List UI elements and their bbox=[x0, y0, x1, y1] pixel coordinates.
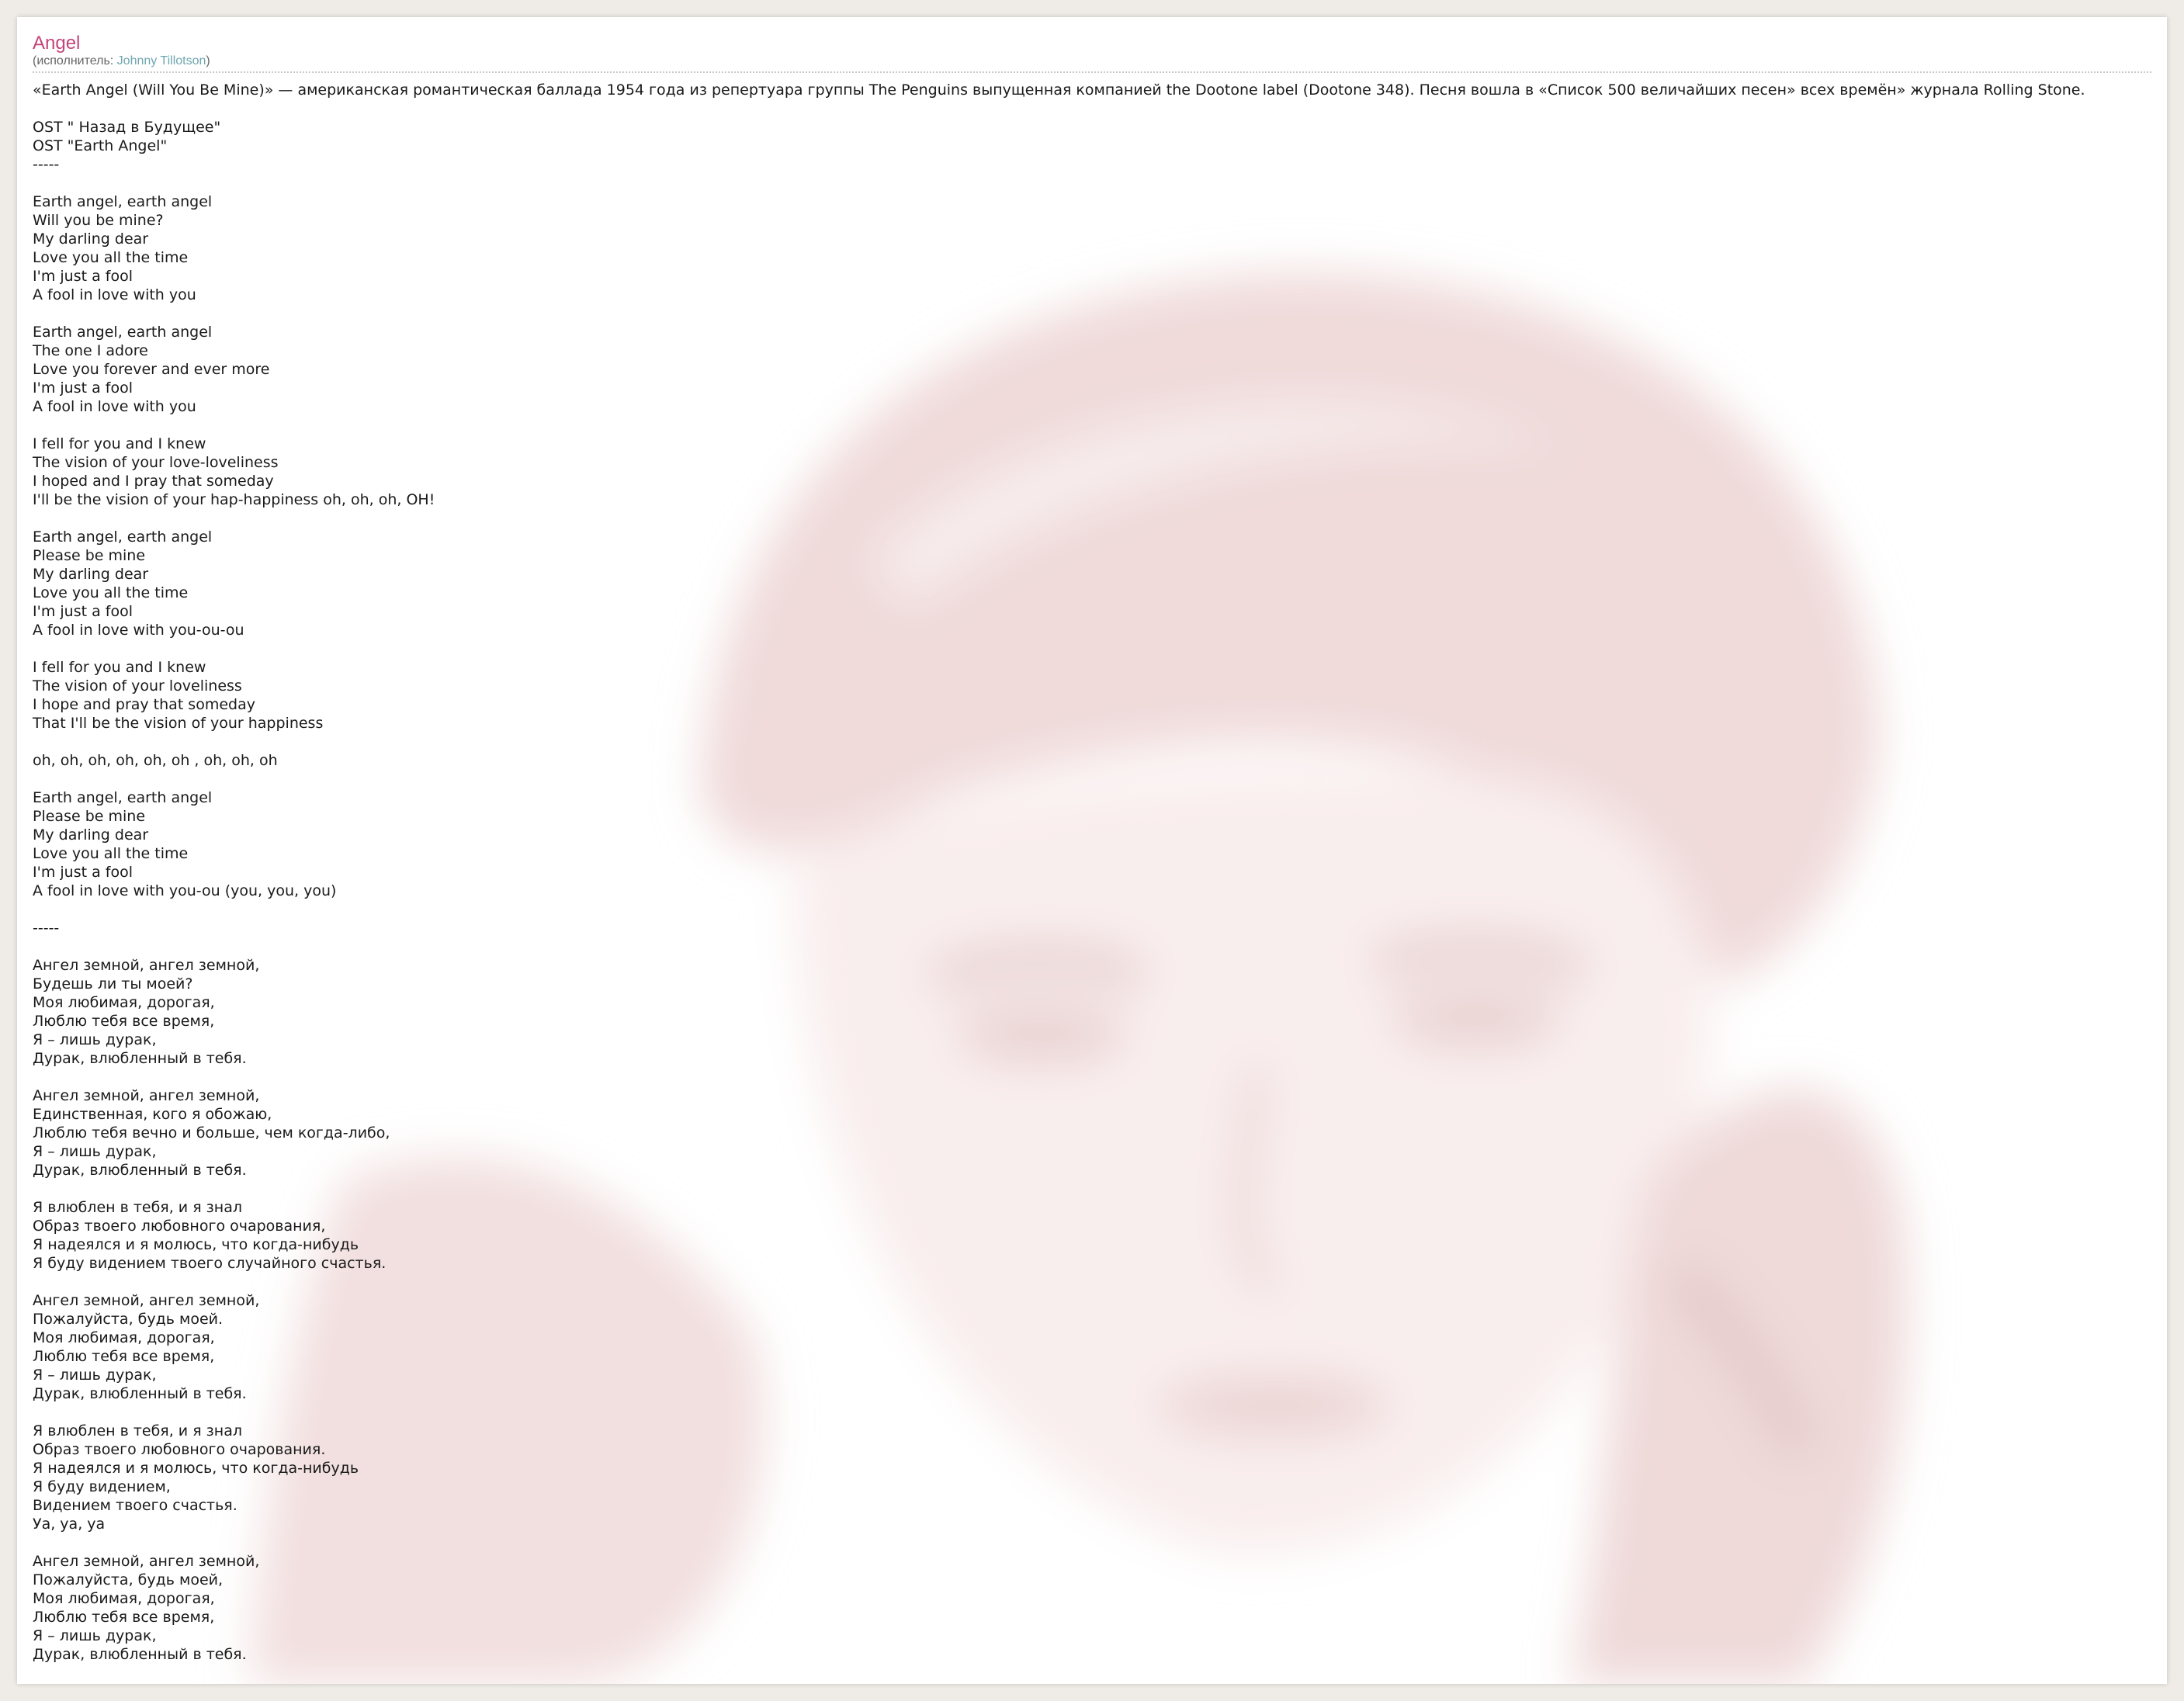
song-title: Angel bbox=[33, 33, 81, 54]
lyrics-content: Angel (исполнитель: Johnny Tillotson) «E… bbox=[33, 33, 2151, 1664]
artist-link[interactable]: Johnny Tillotson bbox=[117, 54, 206, 68]
artist-line: (исполнитель: Johnny Tillotson) bbox=[33, 54, 2151, 68]
artist-prefix: (исполнитель: bbox=[33, 54, 117, 68]
lyrics-page: Angel (исполнитель: Johnny Tillotson) «E… bbox=[17, 17, 2167, 1684]
title-divider bbox=[33, 71, 2151, 73]
artist-suffix: ) bbox=[206, 54, 210, 68]
lyrics-text: «Earth Angel (Will You Be Mine)» — амери… bbox=[33, 81, 2085, 1663]
